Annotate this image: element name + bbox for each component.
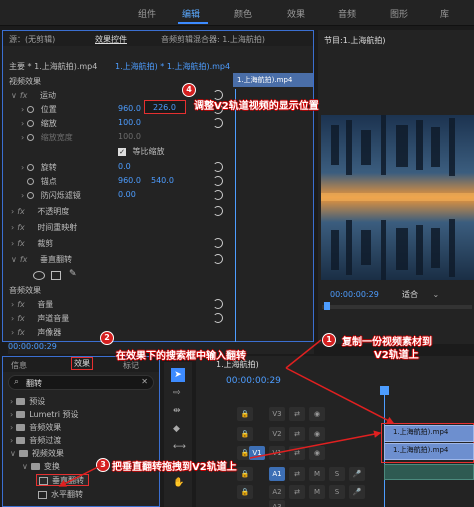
arrow-1b bbox=[285, 367, 395, 424]
arrow-1a bbox=[285, 339, 322, 369]
arrow-3b bbox=[249, 430, 382, 459]
arrow-3a bbox=[58, 466, 99, 487]
annotation-arrows bbox=[58, 339, 395, 487]
